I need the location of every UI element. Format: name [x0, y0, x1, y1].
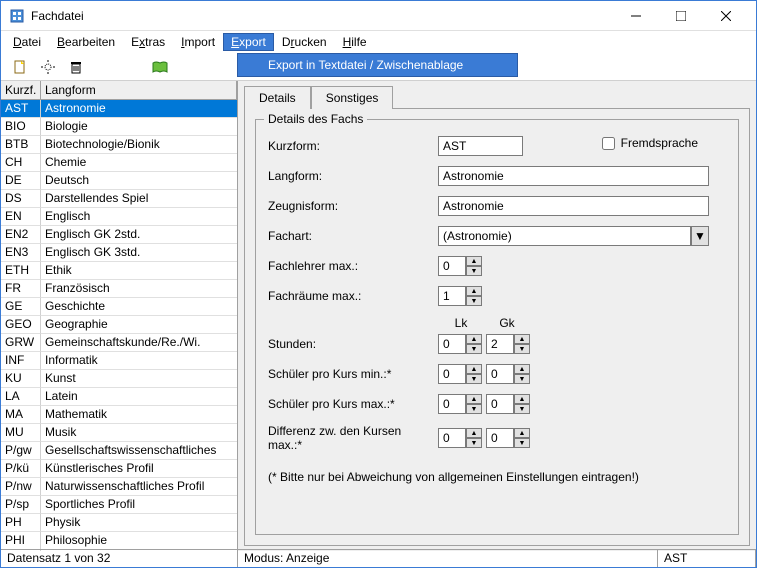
details-fieldset: Details des Fachs Kurzform: Fremdsprache…: [255, 119, 739, 535]
table-row[interactable]: DEDeutsch: [1, 172, 237, 190]
menu-export[interactable]: Export: [223, 33, 274, 51]
fachart-dropdown-button[interactable]: ▼: [691, 226, 709, 246]
schueler-max-label: Schüler pro Kurs max.:*: [268, 397, 438, 411]
table-row[interactable]: DSDarstellendes Spiel: [1, 190, 237, 208]
new-icon[interactable]: [9, 56, 31, 78]
schueler-min-lk[interactable]: ▲▼: [438, 364, 482, 384]
table-row[interactable]: LALatein: [1, 388, 237, 406]
export-text-item[interactable]: Export in Textdatei / Zwischenablage: [238, 54, 517, 76]
schueler-max-lk[interactable]: ▲▼: [438, 394, 482, 414]
status-code: AST: [658, 550, 756, 567]
fachart-label: Fachart:: [268, 229, 438, 243]
menu-hilfe[interactable]: Hilfe: [335, 33, 375, 51]
menu-import[interactable]: Import: [173, 33, 223, 51]
export-dropdown: Export in Textdatei / Zwischenablage: [237, 53, 518, 77]
stunden-label: Stunden:: [268, 337, 438, 351]
kurzform-input[interactable]: [438, 136, 523, 156]
menu-drucken[interactable]: Drucken: [274, 33, 335, 51]
fremdsprache-label: Fremdsprache: [621, 136, 698, 150]
table-row[interactable]: EN2Englisch GK 2std.: [1, 226, 237, 244]
fachraeume-spinner[interactable]: ▲▼: [438, 286, 482, 306]
table-row[interactable]: FRFranzösisch: [1, 280, 237, 298]
tab-details[interactable]: Details: [244, 86, 311, 109]
grid-body[interactable]: ASTAstronomieBIOBiologieBTBBiotechnologi…: [1, 100, 237, 551]
statusbar: Datensatz 1 von 32 Modus: Anzeige AST: [1, 549, 756, 567]
zeugnisform-input[interactable]: [438, 196, 709, 216]
table-row[interactable]: P/nwNaturwissenschaftliches Profil: [1, 478, 237, 496]
table-row[interactable]: MUMusik: [1, 424, 237, 442]
stunden-lk-spinner[interactable]: ▲▼: [438, 334, 482, 354]
fremdsprache-checkbox[interactable]: [602, 137, 615, 150]
table-row[interactable]: PHIPhilosophie: [1, 532, 237, 550]
fachlehrer-label: Fachlehrer max.:: [268, 259, 438, 273]
differenz-gk[interactable]: ▲▼: [486, 428, 530, 448]
zeugnisform-label: Zeugnisform:: [268, 199, 438, 213]
table-row[interactable]: PHPhysik: [1, 514, 237, 532]
table-row[interactable]: BIOBiologie: [1, 118, 237, 136]
header-langform[interactable]: Langform: [41, 81, 237, 99]
fachraeume-label: Fachräume max.:: [268, 289, 438, 303]
table-row[interactable]: GEOGeographie: [1, 316, 237, 334]
differenz-lk[interactable]: ▲▼: [438, 428, 482, 448]
book-icon[interactable]: [149, 56, 171, 78]
schueler-max-gk[interactable]: ▲▼: [486, 394, 530, 414]
lk-header: Lk: [438, 316, 484, 330]
tab-sonstiges[interactable]: Sonstiges: [311, 86, 394, 109]
delete-icon[interactable]: [65, 56, 87, 78]
spin-up[interactable]: ▲: [466, 256, 482, 266]
grid-header: Kurzf. Langform: [1, 81, 237, 100]
minimize-button[interactable]: [613, 2, 658, 30]
table-row[interactable]: KUKunst: [1, 370, 237, 388]
menubar: Datei Bearbeiten Extras Import Export Dr…: [1, 31, 756, 53]
table-row[interactable]: INFInformatik: [1, 352, 237, 370]
spin-down[interactable]: ▼: [466, 266, 482, 276]
fachlehrer-spinner[interactable]: ▲▼: [438, 256, 482, 276]
menu-datei[interactable]: Datei: [5, 33, 49, 51]
header-kurzf[interactable]: Kurzf.: [1, 81, 41, 99]
langform-label: Langform:: [268, 169, 438, 183]
table-row[interactable]: ETHEthik: [1, 262, 237, 280]
table-row[interactable]: GEGeschichte: [1, 298, 237, 316]
titlebar: Fachdatei: [1, 1, 756, 31]
status-record: Datensatz 1 von 32: [1, 550, 238, 567]
table-row[interactable]: GRWGemeinschaftskunde/Re./Wi.: [1, 334, 237, 352]
maximize-button[interactable]: [658, 2, 703, 30]
table-row[interactable]: EN3Englisch GK 3std.: [1, 244, 237, 262]
table-row[interactable]: ENEnglisch: [1, 208, 237, 226]
detail-panel: Details Sonstiges Details des Fachs Kurz…: [238, 81, 756, 551]
window-title: Fachdatei: [31, 9, 613, 23]
sun-icon[interactable]: [37, 56, 59, 78]
table-row[interactable]: ASTAstronomie: [1, 100, 237, 118]
app-icon: [9, 8, 25, 24]
differenz-label: Differenz zw. den Kursen max.:*: [268, 424, 438, 452]
table-row[interactable]: BTBBiotechnologie/Bionik: [1, 136, 237, 154]
grid-panel: Kurzf. Langform ASTAstronomieBIOBiologie…: [1, 81, 238, 551]
table-row[interactable]: MAMathematik: [1, 406, 237, 424]
footnote: (* Bitte nur bei Abweichung von allgemei…: [268, 470, 726, 484]
gk-header: Gk: [484, 316, 530, 330]
table-row[interactable]: P/spSportliches Profil: [1, 496, 237, 514]
close-button[interactable]: [703, 2, 748, 30]
menu-extras[interactable]: Extras: [123, 33, 173, 51]
fieldset-title: Details des Fachs: [264, 112, 367, 126]
stunden-gk-spinner[interactable]: ▲▼: [486, 334, 530, 354]
table-row[interactable]: P/küKünstlerisches Profil: [1, 460, 237, 478]
menu-bearbeiten[interactable]: Bearbeiten: [49, 33, 123, 51]
table-row[interactable]: CHChemie: [1, 154, 237, 172]
langform-input[interactable]: [438, 166, 709, 186]
fachart-select[interactable]: [438, 226, 691, 246]
kurzform-label: Kurzform:: [268, 139, 438, 153]
schueler-min-gk[interactable]: ▲▼: [486, 364, 530, 384]
table-row[interactable]: P/gwGesellschaftswissenschaftliches: [1, 442, 237, 460]
schueler-min-label: Schüler pro Kurs min.:*: [268, 367, 438, 381]
status-mode: Modus: Anzeige: [238, 550, 658, 567]
